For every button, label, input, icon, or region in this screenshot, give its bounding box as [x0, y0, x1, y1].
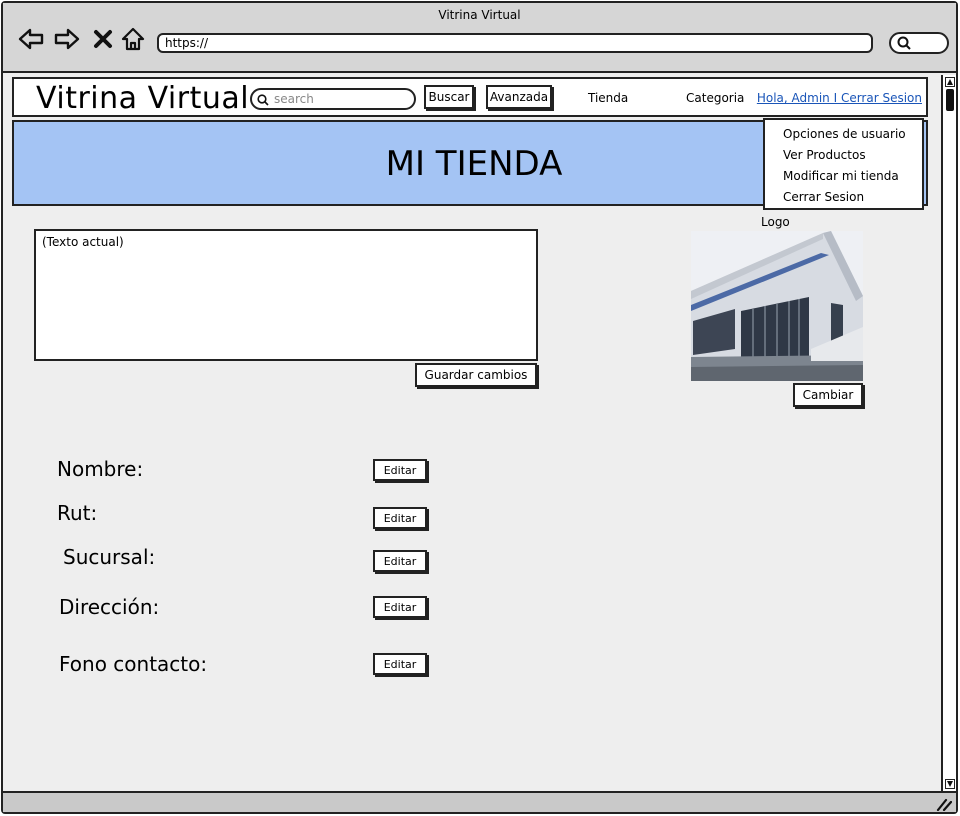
- logo-label: Logo: [761, 215, 790, 229]
- resize-grip-icon[interactable]: [936, 797, 952, 811]
- menu-item-cerrar-sesion[interactable]: Cerrar Sesion: [783, 187, 922, 208]
- menu-item-ver-productos[interactable]: Ver Productos: [783, 145, 922, 166]
- site-header: Vitrina Virtual search Buscar Avanzada T…: [12, 77, 928, 117]
- store-logo-image: [691, 231, 863, 381]
- field-label-direccion: Dirección:: [59, 595, 160, 619]
- field-label-rut: Rut:: [57, 501, 98, 525]
- window-title: Vitrina Virtual: [438, 8, 521, 22]
- edit-sucursal-button[interactable]: Editar: [373, 550, 427, 572]
- menu-item-modificar-tienda[interactable]: Modificar mi tienda: [783, 166, 922, 187]
- avanzada-button[interactable]: Avanzada: [486, 85, 552, 109]
- scroll-down-arrow-icon[interactable]: [945, 779, 955, 789]
- forward-arrow-icon[interactable]: [53, 25, 81, 53]
- browser-window: Vitrina Virtual https:// Vitrina Virtual…: [1, 1, 958, 814]
- scroll-thumb[interactable]: [946, 89, 954, 111]
- edit-rut-button[interactable]: Editar: [373, 507, 427, 529]
- edit-fono-button[interactable]: Editar: [373, 653, 427, 675]
- description-textarea[interactable]: (Texto actual): [34, 229, 538, 361]
- buscar-button[interactable]: Buscar: [424, 85, 474, 109]
- user-session-link[interactable]: Hola, Admin I Cerrar Sesion: [757, 91, 922, 105]
- browser-chrome: Vitrina Virtual https://: [3, 3, 956, 73]
- edit-nombre-button[interactable]: Editar: [373, 459, 427, 481]
- url-bar[interactable]: https://: [157, 33, 873, 53]
- change-logo-button[interactable]: Cambiar: [793, 383, 863, 407]
- nav-tienda[interactable]: Tienda: [588, 91, 628, 105]
- field-label-fono-contacto: Fono contacto:: [59, 652, 208, 676]
- edit-direccion-button[interactable]: Editar: [373, 596, 427, 618]
- field-label-nombre: Nombre:: [57, 457, 144, 481]
- save-changes-button[interactable]: Guardar cambios: [415, 363, 537, 387]
- page-content: Vitrina Virtual search Buscar Avanzada T…: [9, 75, 941, 791]
- menu-item-opciones-usuario[interactable]: Opciones de usuario: [783, 124, 922, 145]
- search-icon: [897, 36, 911, 50]
- status-bar: [3, 791, 956, 812]
- search-input[interactable]: search: [250, 88, 416, 110]
- search-icon: [257, 94, 269, 106]
- field-label-sucursal: Sucursal:: [63, 545, 156, 569]
- search-placeholder: search: [274, 92, 314, 106]
- scroll-up-arrow-icon[interactable]: [945, 77, 955, 87]
- browser-search-button[interactable]: [889, 32, 949, 54]
- user-menu-dropdown: Opciones de usuario Ver Productos Modifi…: [763, 118, 924, 210]
- vertical-scrollbar[interactable]: [941, 75, 956, 791]
- nav-categoria[interactable]: Categoria: [686, 91, 744, 105]
- close-x-icon[interactable]: [89, 25, 117, 53]
- site-brand[interactable]: Vitrina Virtual: [36, 81, 249, 116]
- back-arrow-icon[interactable]: [17, 25, 45, 53]
- home-icon[interactable]: [119, 25, 147, 53]
